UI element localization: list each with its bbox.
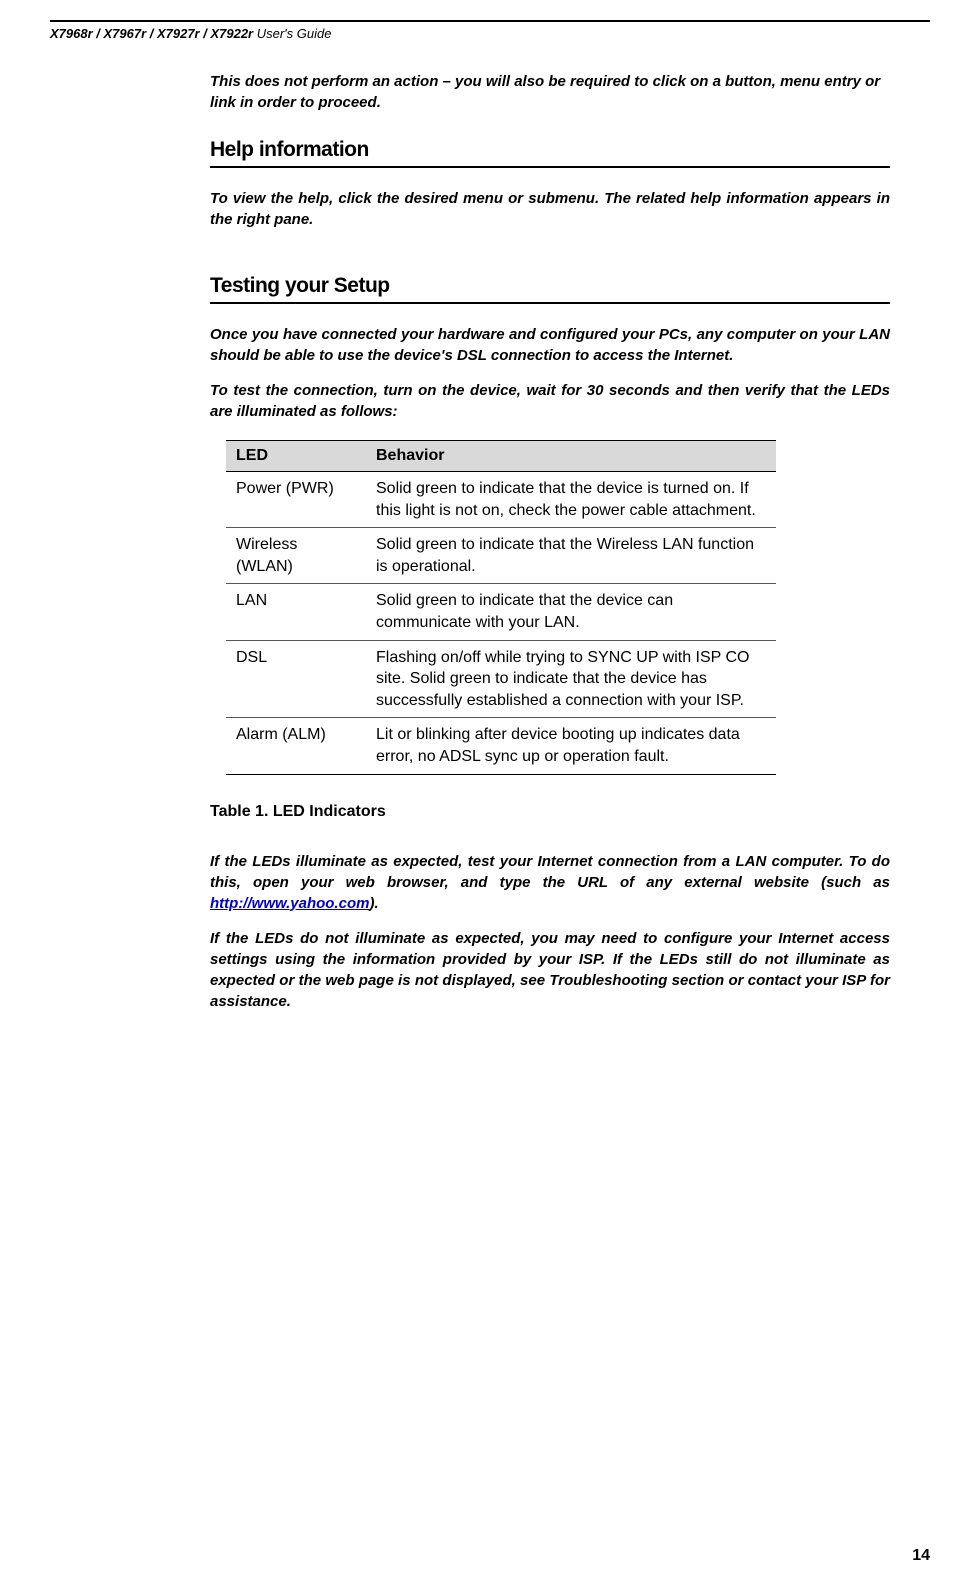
cell-led: DSL <box>226 640 366 718</box>
cell-behavior: Solid green to indicate that the device … <box>366 472 776 528</box>
table-row: Wireless (WLAN) Solid green to indicate … <box>226 528 776 584</box>
section-rule <box>210 166 890 168</box>
th-led: LED <box>226 441 366 472</box>
intro-note: This does not perform an action – you wi… <box>210 71 890 113</box>
table-row: Alarm (ALM) Lit or blinking after device… <box>226 718 776 774</box>
header-suffix: User's Guide <box>253 26 331 41</box>
yahoo-link[interactable]: http://www.yahoo.com <box>210 895 369 912</box>
section-title-help: Help information <box>210 138 890 162</box>
closing-p1b: ). <box>369 895 378 912</box>
page-number: 14 <box>912 1547 930 1565</box>
cell-behavior: Flashing on/off while trying to SYNC UP … <box>366 640 776 718</box>
closing-p1: If the LEDs illuminate as expected, test… <box>210 851 890 914</box>
cell-led: Wireless (WLAN) <box>226 528 366 584</box>
table-caption: Table 1. LED Indicators <box>210 803 890 821</box>
closing-p2: If the LEDs do not illuminate as expecte… <box>210 928 890 1012</box>
cell-led: Power (PWR) <box>226 472 366 528</box>
header-title: X7968r / X7967r / X7927r / X7922r User's… <box>50 26 930 41</box>
cell-behavior: Lit or blinking after device booting up … <box>366 718 776 774</box>
header-rule <box>50 20 930 22</box>
table-row: Power (PWR) Solid green to indicate that… <box>226 472 776 528</box>
table-row: LAN Solid green to indicate that the dev… <box>226 584 776 640</box>
help-text: To view the help, click the desired menu… <box>210 188 890 230</box>
led-table: LED Behavior Power (PWR) Solid green to … <box>226 440 776 775</box>
cell-led: Alarm (ALM) <box>226 718 366 774</box>
closing-p1a: If the LEDs illuminate as expected, test… <box>210 853 890 891</box>
testing-p2: To test the connection, turn on the devi… <box>210 380 890 422</box>
header-models: X7968r / X7967r / X7927r / X7922r <box>50 26 253 41</box>
table-row: DSL Flashing on/off while trying to SYNC… <box>226 640 776 718</box>
table-header-row: LED Behavior <box>226 441 776 472</box>
th-behavior: Behavior <box>366 441 776 472</box>
section-rule <box>210 302 890 304</box>
testing-p1: Once you have connected your hardware an… <box>210 324 890 366</box>
section-title-testing: Testing your Setup <box>210 274 890 298</box>
cell-behavior: Solid green to indicate that the Wireles… <box>366 528 776 584</box>
cell-led: LAN <box>226 584 366 640</box>
cell-behavior: Solid green to indicate that the device … <box>366 584 776 640</box>
